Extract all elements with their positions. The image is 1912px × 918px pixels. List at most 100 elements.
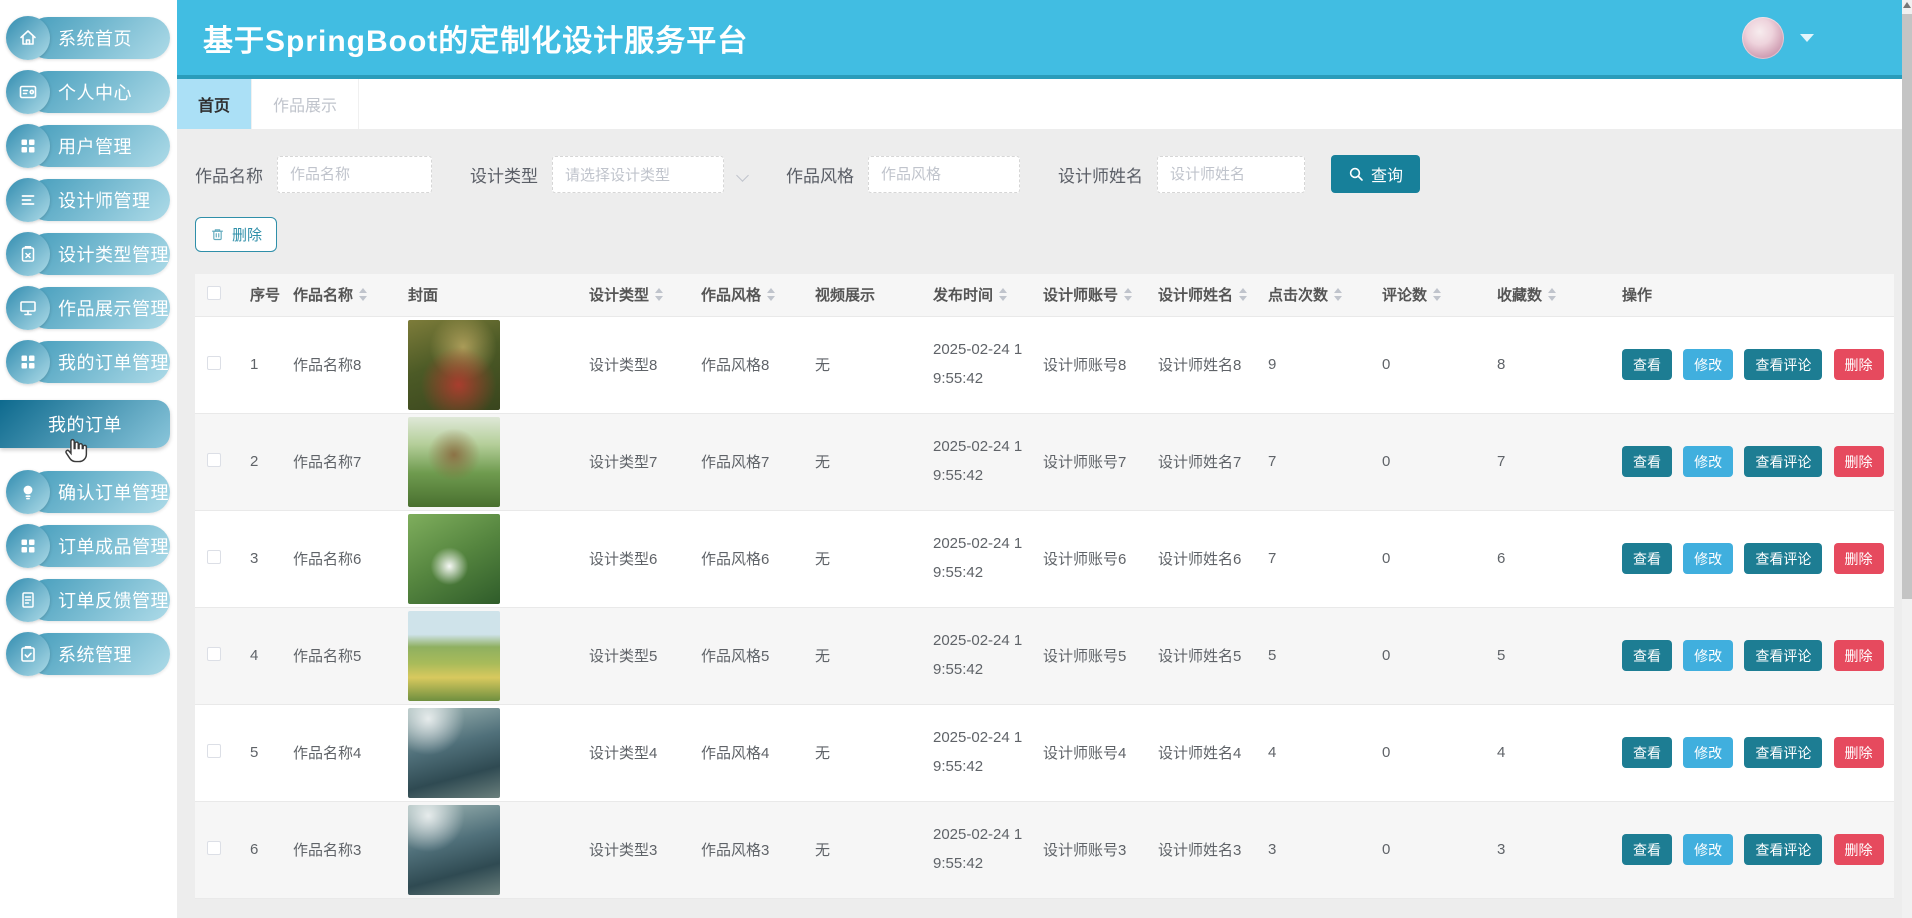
sidebar-item-system[interactable]: 系统管理: [0, 632, 177, 676]
view-comments-button[interactable]: 查看评论: [1744, 543, 1822, 574]
cell-style: 作品风格4: [701, 704, 815, 801]
tab-home[interactable]: 首页: [177, 79, 252, 129]
cell-seq: 1: [250, 316, 293, 413]
chevron-down-icon[interactable]: [1800, 34, 1814, 42]
cell-comments: 0: [1382, 413, 1497, 510]
scrollbar-thumb[interactable]: [1902, 14, 1912, 599]
view-button[interactable]: 查看: [1622, 446, 1672, 477]
cell-published: 2025-02-24 19:55:42: [933, 607, 1043, 704]
sort-icons[interactable]: [1239, 288, 1247, 301]
cell-seq: 2: [250, 413, 293, 510]
view-comments-button[interactable]: 查看评论: [1744, 737, 1822, 768]
row-checkbox[interactable]: [207, 744, 221, 758]
sort-icons[interactable]: [999, 288, 1007, 301]
sidebar-item-home[interactable]: 系统首页: [0, 16, 177, 60]
cell-video: 无: [815, 316, 933, 413]
delete-button[interactable]: 删除: [1834, 640, 1884, 671]
cover-image: [408, 320, 500, 410]
sidebar-item-label: 用户管理: [58, 133, 132, 159]
sidebar-item-users[interactable]: 用户管理: [0, 124, 177, 168]
search-button[interactable]: 查询: [1331, 155, 1420, 193]
view-button[interactable]: 查看: [1622, 834, 1672, 865]
mouse-cursor-icon: [62, 436, 88, 466]
row-checkbox[interactable]: [207, 550, 221, 564]
cell-published: 2025-02-24 19:55:42: [933, 510, 1043, 607]
cell-video: 无: [815, 704, 933, 801]
user-avatar[interactable]: [1742, 17, 1784, 59]
home-icon: [6, 16, 50, 60]
sidebar-item-label: 系统首页: [58, 25, 132, 51]
delete-button[interactable]: 删除: [1834, 834, 1884, 865]
view-button[interactable]: 查看: [1622, 737, 1672, 768]
delete-button[interactable]: 删除: [1834, 543, 1884, 574]
col-header-designer: 设计师姓名: [1158, 274, 1268, 316]
vertical-scrollbar[interactable]: [1902, 0, 1912, 918]
sidebar-item-works-display[interactable]: 作品展示管理: [0, 286, 177, 330]
sort-icons[interactable]: [359, 288, 367, 301]
view-button[interactable]: 查看: [1622, 543, 1672, 574]
scroll-up-icon[interactable]: [1903, 2, 1911, 8]
row-checkbox[interactable]: [207, 647, 221, 661]
col-header-video: 视频展示: [815, 274, 933, 316]
designer-name-input[interactable]: [1157, 156, 1305, 193]
sidebar-item-design-types[interactable]: 设计类型管理: [0, 232, 177, 276]
sort-icons[interactable]: [1548, 288, 1556, 301]
view-button[interactable]: 查看: [1622, 349, 1672, 380]
row-checkbox[interactable]: [207, 356, 221, 370]
cell-account: 设计师账号3: [1043, 801, 1158, 898]
view-comments-button[interactable]: 查看评论: [1744, 640, 1822, 671]
view-comments-button[interactable]: 查看评论: [1744, 349, 1822, 380]
sidebar-item-label: 订单反馈管理: [58, 587, 169, 613]
edit-button[interactable]: 修改: [1683, 446, 1733, 477]
design-type-select[interactable]: 请选择设计类型: [552, 156, 724, 193]
sort-icons[interactable]: [655, 288, 663, 301]
bulk-delete-button[interactable]: 删除: [195, 217, 277, 252]
row-checkbox[interactable]: [207, 453, 221, 467]
delete-button[interactable]: 删除: [1834, 737, 1884, 768]
cell-seq: 6: [250, 801, 293, 898]
sidebar-item-order-products[interactable]: 订单成品管理: [0, 524, 177, 568]
work-name-input[interactable]: [277, 156, 432, 193]
sidebar-item-my-orders-group[interactable]: 我的订单管理: [0, 340, 177, 384]
cell-account: 设计师账号6: [1043, 510, 1158, 607]
table-header-row: 序号 作品名称 封面 设计类型 作品风格 视频展示 发布时间 设计师账号 设计师…: [195, 274, 1894, 316]
cell-clicks: 7: [1268, 413, 1382, 510]
sort-icons[interactable]: [1433, 288, 1441, 301]
edit-button[interactable]: 修改: [1683, 640, 1733, 671]
sidebar-item-designers[interactable]: 设计师管理: [0, 178, 177, 222]
delete-button[interactable]: 删除: [1834, 349, 1884, 380]
select-all-checkbox[interactable]: [207, 286, 221, 300]
sidebar-item-profile[interactable]: 个人中心: [0, 70, 177, 114]
cell-designer: 设计师姓名4: [1158, 704, 1268, 801]
cell-published: 2025-02-24 19:55:42: [933, 413, 1043, 510]
sort-icons[interactable]: [767, 288, 775, 301]
page-title: 基于SpringBoot的定制化设计服务平台: [203, 16, 748, 60]
cell-comments: 0: [1382, 801, 1497, 898]
sort-icons[interactable]: [1124, 288, 1132, 301]
sidebar-item-confirm-orders[interactable]: 确认订单管理: [0, 470, 177, 514]
view-button[interactable]: 查看: [1622, 640, 1672, 671]
view-comments-button[interactable]: 查看评论: [1744, 446, 1822, 477]
delete-button[interactable]: 删除: [1834, 446, 1884, 477]
sidebar-subitem-my-orders-active[interactable]: 我的订单: [0, 400, 170, 448]
grid-icon: [6, 524, 50, 568]
edit-button[interactable]: 修改: [1683, 543, 1733, 574]
cell-designer: 设计师姓名3: [1158, 801, 1268, 898]
col-header-type: 设计类型: [589, 274, 701, 316]
edit-button[interactable]: 修改: [1683, 834, 1733, 865]
edit-button[interactable]: 修改: [1683, 349, 1733, 380]
cover-image: [408, 514, 500, 604]
sort-icons[interactable]: [1334, 288, 1342, 301]
cell-style: 作品风格5: [701, 607, 815, 704]
tab-works-display[interactable]: 作品展示: [252, 79, 359, 129]
main-area: 基于SpringBoot的定制化设计服务平台 首页 作品展示 作品名称 设计类型: [177, 0, 1912, 918]
edit-button[interactable]: 修改: [1683, 737, 1733, 768]
design-type-label: 设计类型: [470, 162, 538, 187]
row-checkbox[interactable]: [207, 841, 221, 855]
cell-type: 设计类型7: [589, 413, 701, 510]
cell-video: 无: [815, 413, 933, 510]
sidebar-item-order-feedback[interactable]: 订单反馈管理: [0, 578, 177, 622]
cell-clicks: 3: [1268, 801, 1382, 898]
view-comments-button[interactable]: 查看评论: [1744, 834, 1822, 865]
work-style-input[interactable]: [868, 156, 1020, 193]
